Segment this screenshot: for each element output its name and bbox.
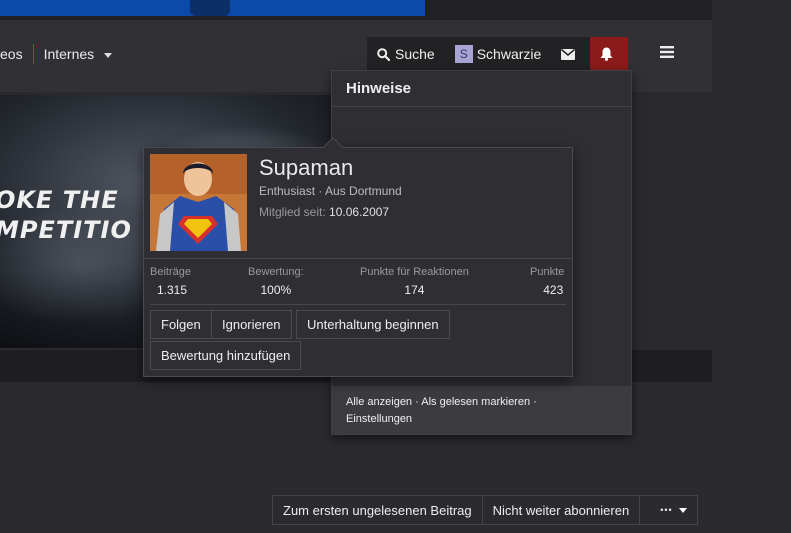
add-rating-button[interactable]: Bewertung hinzufügen: [150, 341, 302, 370]
stat-value: 100%: [260, 283, 292, 297]
button-gap: [640, 496, 651, 524]
member-avatar[interactable]: [150, 154, 247, 251]
follow-button[interactable]: Folgen: [150, 310, 212, 339]
member-tooltip: Supaman Enthusiast · Aus Dortmund Mitgli…: [143, 137, 573, 377]
alert-settings-link[interactable]: Einstellungen: [346, 413, 412, 425]
divider: [150, 304, 566, 305]
stat-label: Punkte für Reaktionen: [360, 266, 469, 278]
bell-icon: [600, 47, 613, 61]
search-label: Suche: [395, 46, 435, 62]
nav-item-videos[interactable]: eos: [0, 46, 23, 62]
search-icon: [377, 47, 390, 61]
separator-dot: ·: [415, 396, 419, 408]
stat-rating: Bewertung: 100%: [248, 266, 304, 297]
member-stats: Beiträge 1.315 Bewertung: 100% Punkte fü…: [144, 258, 572, 308]
envelope-icon: [561, 48, 576, 60]
stat-label: Punkte: [530, 266, 565, 278]
separator-dot: ·: [533, 396, 537, 408]
member-since: Mitglied seit: 10.06.2007: [259, 205, 389, 219]
member-name[interactable]: Supaman: [259, 155, 353, 181]
stat-reaction-score: Punkte für Reaktionen 174: [360, 266, 469, 297]
alerts-title: Hinweise: [332, 71, 631, 107]
mark-read-link[interactable]: Als gelesen markieren: [421, 396, 530, 408]
username-label: Schwarzie: [476, 46, 542, 62]
top-banner-tab: [190, 0, 230, 16]
alerts-button[interactable]: [590, 37, 629, 71]
member-since-value: 10.06.2007: [329, 205, 390, 219]
stat-label: Beiträge: [150, 266, 191, 278]
start-conversation-button[interactable]: Unterhaltung beginnen: [296, 310, 450, 339]
show-all-link[interactable]: Alle anzeigen: [346, 396, 412, 408]
unwatch-button[interactable]: Nicht weiter abonnieren: [483, 496, 641, 524]
banner-slogan: OKE THE MPETITIO: [0, 185, 132, 245]
nav-user-bar: Suche S Schwarzie: [367, 37, 629, 71]
more-options-button[interactable]: •••: [650, 496, 696, 524]
hamburger-icon[interactable]: [660, 45, 674, 63]
ellipsis-icon: •••: [660, 505, 673, 515]
nav-left: eos Internes: [0, 44, 113, 64]
stat-posts: Beiträge 1.315: [150, 266, 191, 297]
stat-label: Bewertung:: [248, 266, 304, 278]
avatar: S: [454, 45, 473, 63]
superman-avatar-icon: [150, 154, 247, 251]
stat-points: Punkte 423: [530, 266, 564, 297]
member-since-label: Mitglied seit:: [259, 205, 326, 219]
search-button[interactable]: Suche: [367, 37, 445, 71]
conversations-button[interactable]: [551, 37, 590, 71]
chevron-down-icon: [104, 52, 113, 58]
stat-value: 174: [404, 283, 425, 297]
stat-value: 1.315: [157, 283, 188, 297]
first-unread-button[interactable]: Zum ersten ungelesenen Beitrag: [273, 496, 483, 524]
page-right-gutter: [712, 0, 791, 533]
top-strip: [0, 0, 712, 20]
banner-slogan-line: MPETITIO: [0, 216, 132, 244]
nav-item-internes[interactable]: Internes: [43, 46, 113, 62]
nav-separator: [32, 44, 34, 64]
thread-actions: Zum ersten ungelesenen Beitrag Nicht wei…: [272, 495, 698, 525]
account-button[interactable]: S Schwarzie: [445, 37, 552, 71]
alerts-footer: Alle anzeigen · Als gelesen markieren · …: [332, 386, 631, 434]
chevron-down-icon: [678, 507, 687, 513]
nav-item-internes-label: Internes: [43, 46, 95, 62]
ignore-button[interactable]: Ignorieren: [211, 310, 292, 339]
stat-value: 423: [543, 283, 564, 297]
banner-slogan-line: OKE THE: [0, 186, 119, 214]
top-banner-edge: [0, 0, 425, 16]
member-title: Enthusiast · Aus Dortmund: [259, 184, 402, 198]
